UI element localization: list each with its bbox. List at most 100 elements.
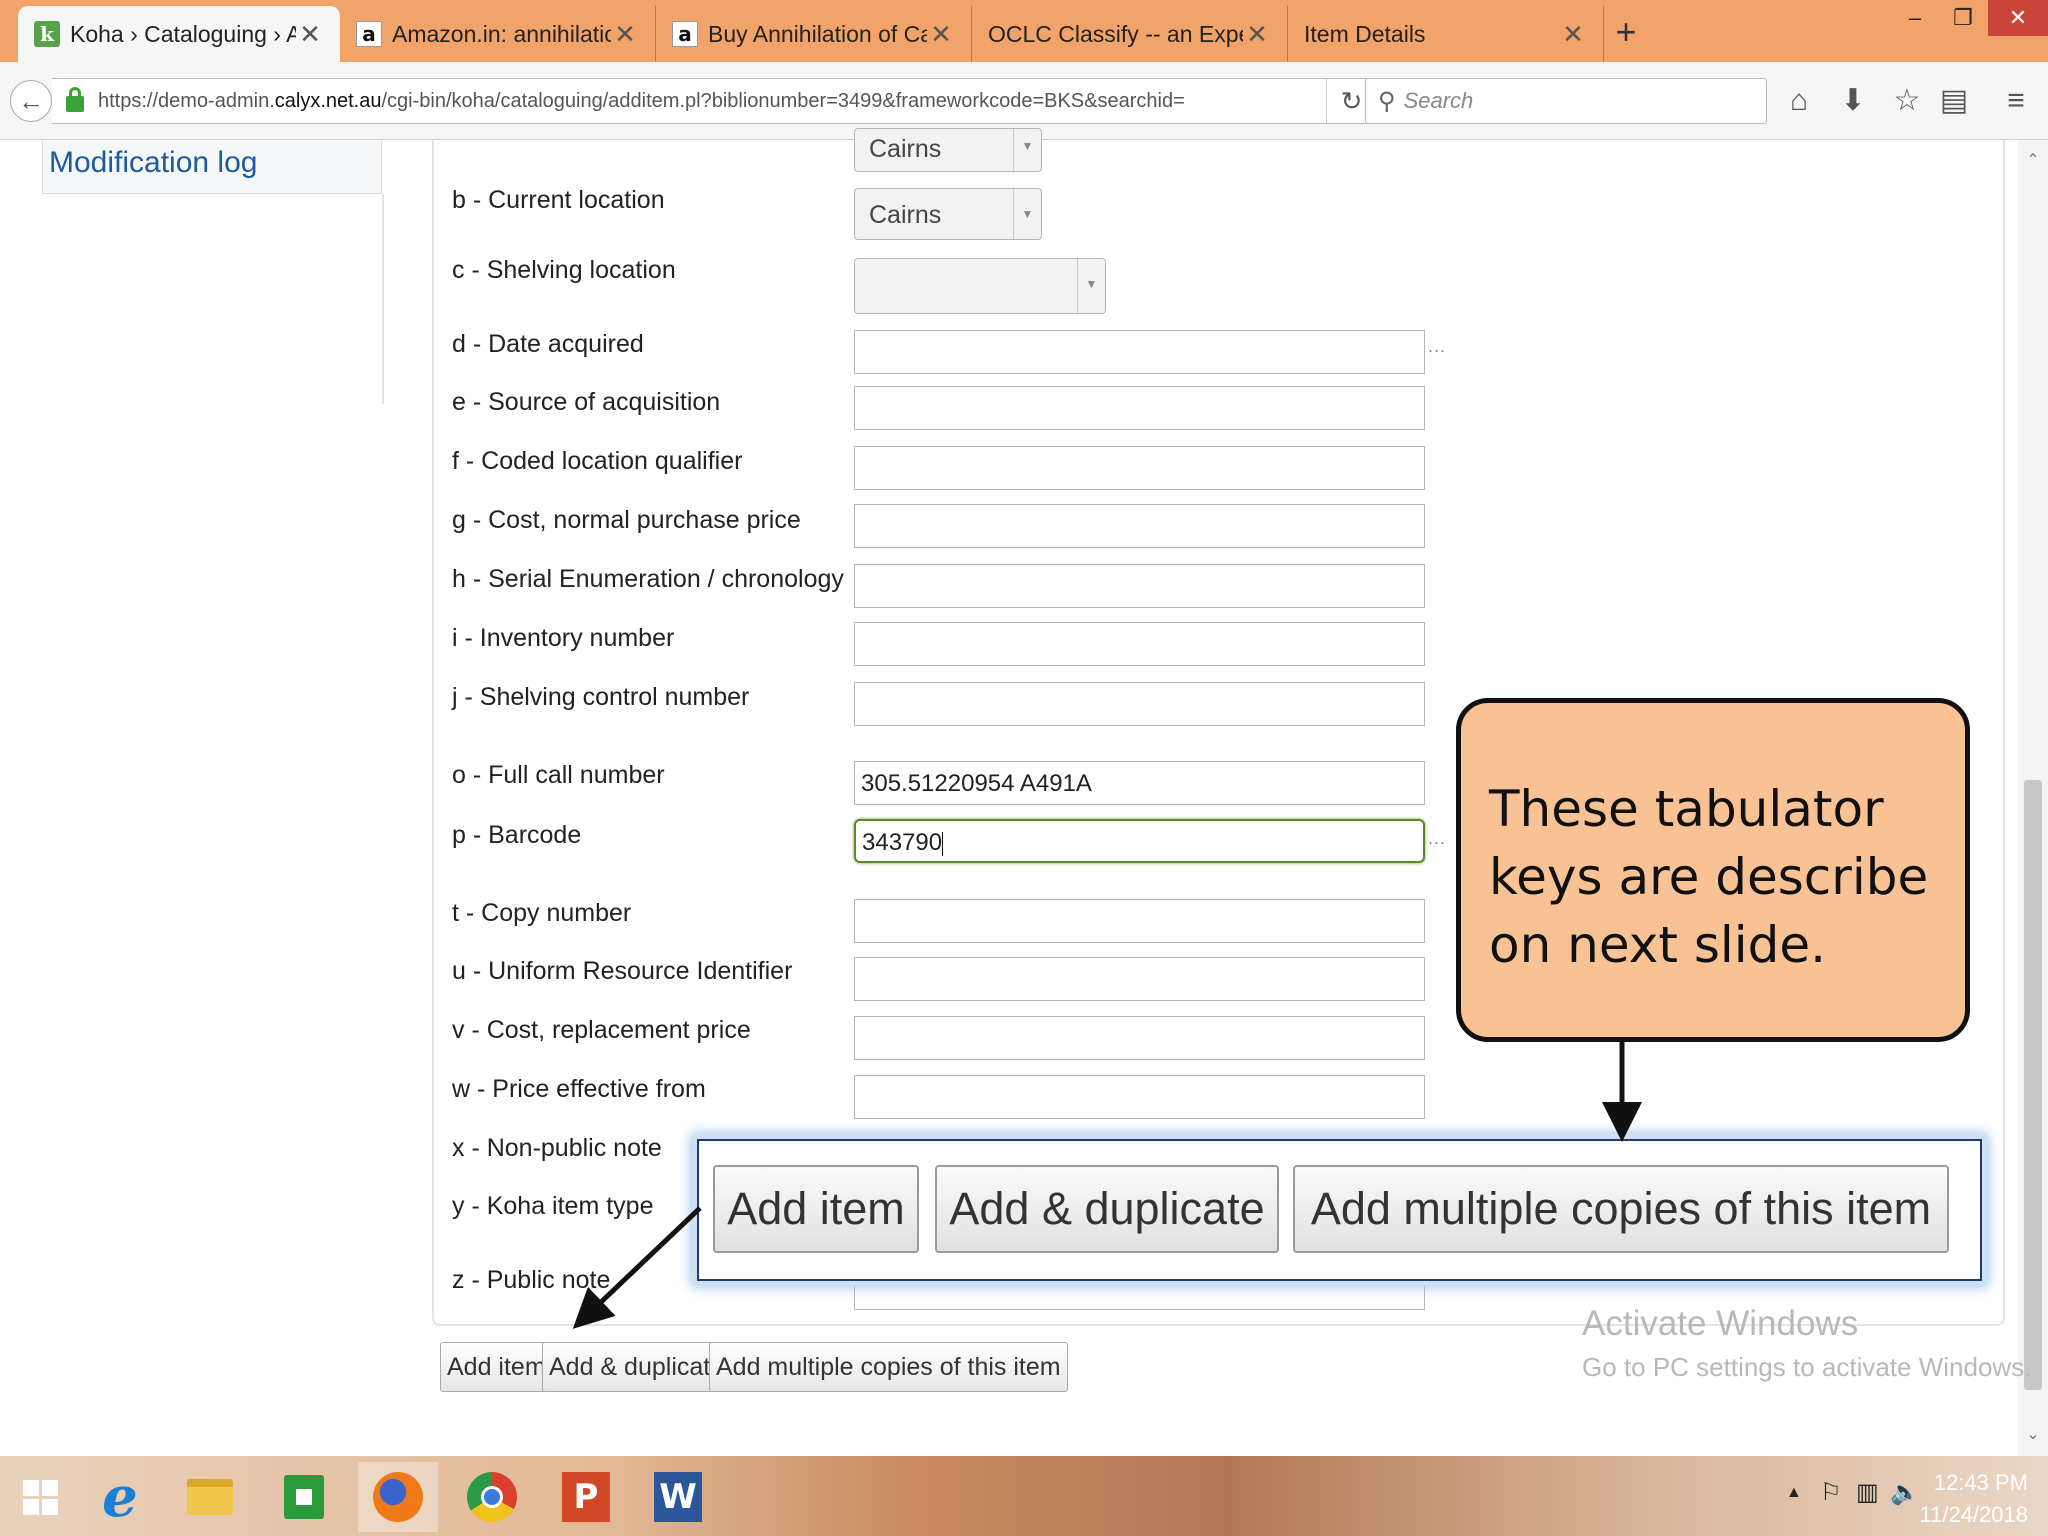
barcode-input[interactable]: 343790: [854, 819, 1425, 863]
minimize-icon[interactable]: –: [1892, 0, 1938, 36]
field-label-g: g - Cost, normal purchase price: [452, 506, 801, 534]
sidebar-divider: [382, 194, 384, 404]
taskbar-chrome[interactable]: [452, 1462, 532, 1532]
start-button[interactable]: [0, 1462, 80, 1532]
flag-icon[interactable]: ⚐: [1820, 1478, 1842, 1507]
scroll-thumb[interactable]: [2024, 780, 2042, 1390]
tab-item-details[interactable]: Item Details ✕: [1288, 6, 1604, 62]
window-close-icon[interactable]: ✕: [1988, 0, 2048, 36]
source-of-acquisition-input[interactable]: [854, 386, 1425, 430]
store-icon: [284, 1475, 324, 1519]
field-label-o: o - Full call number: [452, 761, 665, 789]
taskbar-file-explorer[interactable]: [170, 1462, 250, 1532]
add-item-button[interactable]: Add item: [440, 1342, 553, 1392]
windows-logo-icon: [22, 1479, 58, 1515]
field-label-z: z - Public note: [452, 1266, 611, 1294]
download-icon[interactable]: ⬇: [1836, 84, 1870, 118]
inventory-number-input[interactable]: [854, 622, 1425, 666]
text-caret: [942, 831, 944, 856]
tab-label: Amazon.in: annihilation o...: [392, 20, 611, 47]
field-label-c: c - Shelving location: [452, 256, 676, 284]
callout-box: These tabulator keys are describe on nex…: [1456, 698, 1970, 1042]
price-effective-from-input[interactable]: [854, 1075, 1425, 1119]
field-label-b: b - Current location: [452, 186, 665, 214]
activate-windows-title: Activate Windows: [1582, 1304, 1859, 1343]
serial-enumeration-input[interactable]: [854, 564, 1425, 608]
network-icon[interactable]: ▥: [1856, 1478, 1879, 1507]
tray-expand-icon[interactable]: ▲: [1786, 1484, 1802, 1502]
search-input[interactable]: ⚲ Search: [1365, 78, 1767, 124]
amazon-icon: a: [356, 21, 382, 47]
coded-location-qualifier-input[interactable]: [854, 446, 1425, 490]
bookmark-star-icon[interactable]: ☆: [1890, 84, 1924, 118]
clock-time[interactable]: 12:43 PM: [1918, 1470, 2028, 1496]
windows-taskbar: e P W ▲ ⚐ ▥ 🔈: [0, 1456, 2048, 1536]
scroll-down-icon[interactable]: ⌄: [2018, 1420, 2048, 1450]
current-location-select[interactable]: Cairns ▼: [854, 188, 1042, 240]
field-label-y: y - Koha item type: [452, 1192, 654, 1220]
tab-buy-annihilation[interactable]: a Buy Annihilation of Caste:... ✕: [656, 6, 972, 62]
reading-list-icon[interactable]: ▤: [1937, 84, 1971, 118]
top-location-select[interactable]: Cairns ▼: [854, 128, 1042, 172]
close-icon[interactable]: ✕: [927, 19, 955, 50]
vertical-scrollbar[interactable]: ⌃ ⌄: [2018, 140, 2048, 1456]
activate-windows-subtitle: Go to PC settings to activate Windows.: [1582, 1352, 2032, 1382]
url-path: /cgi-bin/koha/cataloguing/additem.pl?bib…: [381, 89, 1185, 112]
date-picker-dots[interactable]: ...: [1428, 336, 1446, 357]
add-multiple-copies-button[interactable]: Add multiple copies of this item: [709, 1342, 1068, 1392]
zoomed-add-item-button: Add item: [713, 1165, 919, 1253]
tab-oclc-classify[interactable]: OCLC Classify -- an Experimen... ✕: [972, 6, 1288, 62]
uniform-resource-identifier-input[interactable]: [854, 957, 1425, 1001]
tab-koha-cataloguing[interactable]: k Koha › Cataloguing › Anni... ✕: [18, 6, 340, 62]
full-call-number-input[interactable]: 305.51220954 A491A: [854, 761, 1425, 805]
chevron-down-icon: ▼: [1077, 259, 1105, 313]
taskbar-internet-explorer[interactable]: e: [80, 1462, 160, 1532]
browser-tab-strip: k Koha › Cataloguing › Anni... ✕ a Amazo…: [0, 0, 2048, 62]
taskbar-word[interactable]: W: [638, 1462, 718, 1532]
chevron-down-icon: ▼: [1013, 189, 1041, 239]
tab-label: Buy Annihilation of Caste:...: [708, 20, 927, 47]
koha-icon: k: [34, 21, 60, 47]
field-label-j: j - Shelving control number: [452, 683, 750, 711]
clock-date[interactable]: 11/24/2018: [1918, 1502, 2028, 1528]
taskbar-store[interactable]: [264, 1462, 344, 1532]
chrome-icon: [467, 1472, 517, 1522]
zoomed-add-multiple-copies-button: Add multiple copies of this item: [1293, 1165, 1949, 1253]
tab-label: OCLC Classify -- an Experimen...: [988, 20, 1243, 47]
barcode-plugin-dots[interactable]: ...: [1428, 828, 1446, 849]
tab-label: Item Details: [1304, 20, 1426, 47]
shelving-location-select[interactable]: ▼: [854, 258, 1106, 314]
menu-icon[interactable]: ≡: [1999, 84, 2033, 118]
shelving-control-number-input[interactable]: [854, 682, 1425, 726]
url-domain: calyx.net.au: [274, 89, 382, 112]
url-text: https://demo-admin.calyx.net.au/cgi-bin/…: [98, 90, 1185, 113]
home-icon[interactable]: ⌂: [1782, 84, 1816, 118]
add-duplicate-button[interactable]: Add & duplicate: [542, 1342, 732, 1392]
cost-normal-purchase-price-input[interactable]: [854, 504, 1425, 548]
taskbar-powerpoint[interactable]: P: [546, 1462, 626, 1532]
taskbar-firefox[interactable]: [358, 1462, 438, 1532]
sidebar-item-modification-log[interactable]: Modification log: [42, 140, 382, 194]
volume-icon[interactable]: 🔈: [1890, 1478, 1920, 1507]
field-label-i: i - Inventory number: [452, 624, 675, 652]
restore-icon[interactable]: ❐: [1940, 0, 1986, 36]
field-label-h: h - Serial Enumeration / chronology: [452, 565, 844, 593]
select-value: Cairns: [869, 201, 942, 229]
powerpoint-icon: P: [562, 1472, 610, 1522]
tab-amazon-annihilation[interactable]: a Amazon.in: annihilation o... ✕: [340, 6, 656, 62]
field-label-p: p - Barcode: [452, 821, 582, 849]
cost-replacement-price-input[interactable]: [854, 1016, 1425, 1060]
scroll-up-icon[interactable]: ⌃: [2018, 146, 2048, 176]
close-icon[interactable]: ✕: [1559, 19, 1587, 50]
address-bar[interactable]: https://demo-admin.calyx.net.au/cgi-bin/…: [52, 78, 1377, 124]
back-arrow-icon[interactable]: ←: [10, 80, 52, 122]
copy-number-input[interactable]: [854, 899, 1425, 943]
close-icon[interactable]: ✕: [1243, 19, 1271, 50]
field-label-f: f - Coded location qualifier: [452, 447, 743, 475]
close-icon[interactable]: ✕: [611, 19, 639, 50]
date-acquired-input[interactable]: [854, 330, 1425, 374]
zoomed-buttons-panel: Add item Add & duplicate Add multiple co…: [697, 1139, 1982, 1281]
zoomed-add-duplicate-button: Add & duplicate: [935, 1165, 1279, 1253]
close-icon[interactable]: ✕: [296, 19, 324, 50]
new-tab-button[interactable]: +: [1606, 10, 1646, 54]
